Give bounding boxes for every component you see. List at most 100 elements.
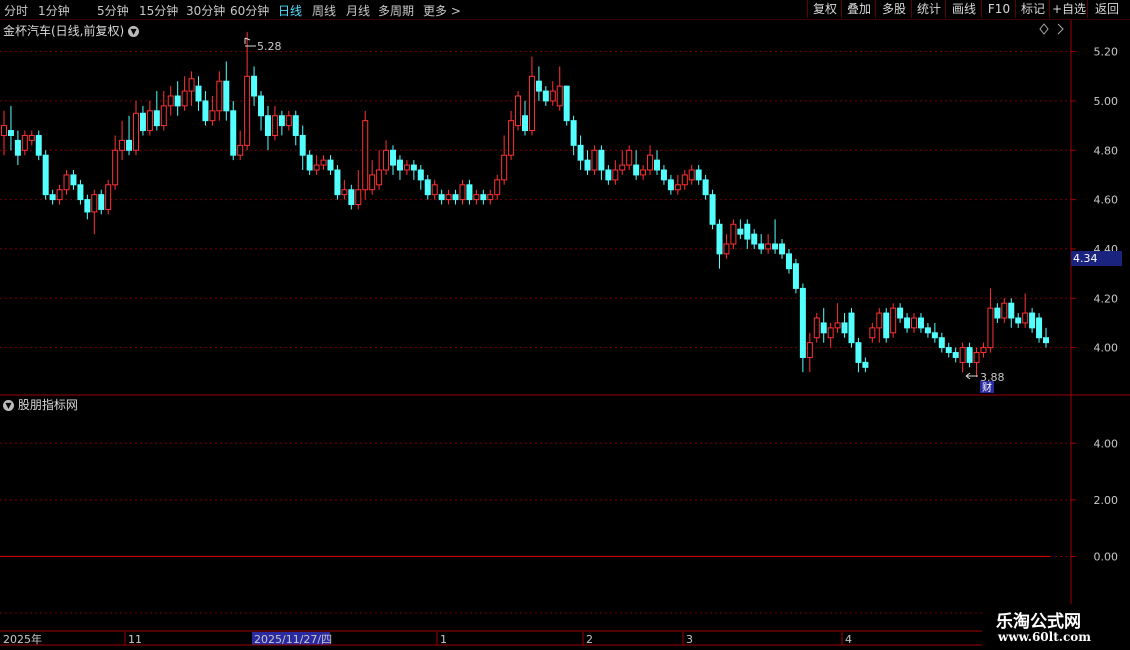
candle-body-down — [994, 307, 1001, 319]
candle-body-down — [633, 164, 640, 176]
candle-body-down — [709, 194, 716, 225]
candle-body-up — [730, 223, 737, 245]
candle-body-down — [264, 115, 271, 136]
candle-body-down — [410, 164, 417, 171]
candle-body-up — [876, 312, 883, 329]
candle-body-down — [779, 243, 786, 255]
candle-body-up — [313, 164, 320, 171]
candle-body-down — [862, 361, 869, 368]
candle-body-down — [230, 110, 237, 156]
candle-body-down — [924, 327, 931, 334]
candle-body-up — [383, 149, 390, 171]
candle-body-up — [869, 327, 876, 339]
candle-body-down — [390, 149, 397, 166]
candle-body-down — [299, 134, 306, 156]
candle-body-up — [369, 174, 376, 191]
candle-body-down — [258, 95, 265, 117]
candle-body-down — [98, 194, 105, 210]
date-label-cursor: 2025/11/27/四 — [254, 633, 332, 646]
candle-body-down — [70, 174, 77, 186]
candle-body-down — [716, 223, 723, 255]
diamond-icon[interactable] — [1039, 23, 1049, 35]
candle-body-down — [841, 322, 848, 334]
chevron-right-icon[interactable] — [1057, 23, 1064, 35]
price-tick-label: 4.00 — [1094, 342, 1119, 355]
candle-body-up — [285, 115, 292, 127]
candle-body-down — [785, 253, 792, 270]
candle-body-up — [1022, 312, 1029, 324]
candle-body-down — [848, 312, 855, 344]
candle-body-up — [508, 120, 515, 156]
candle-body-down — [77, 184, 84, 201]
candlestick-series — [1, 31, 1049, 378]
candle-body-up — [681, 174, 688, 186]
chevron-down-icon[interactable]: ▼ — [3, 400, 14, 411]
stock-title[interactable]: 金杯汽车(日线,前复权) ▼ — [3, 22, 140, 39]
candle-body-up — [980, 347, 987, 354]
candle-body-up — [112, 149, 119, 186]
high-annotation: 5.28 — [244, 37, 282, 53]
candle-body-down — [667, 179, 674, 191]
candle-body-down — [195, 85, 202, 102]
candle-body-down — [584, 159, 591, 171]
candle-body-down — [945, 347, 952, 354]
candle-body-down — [653, 159, 660, 171]
candle-body-down — [35, 134, 42, 156]
finance-badge-label: 财 — [982, 381, 992, 394]
candle-body-down — [306, 154, 313, 171]
candle-body-down — [917, 317, 924, 329]
candle-body-down — [660, 169, 667, 181]
candle-body-up — [320, 159, 327, 166]
date-label-11: 11 — [128, 633, 142, 646]
price-tick-label: 5.20 — [1094, 46, 1119, 59]
candle-body-up — [119, 139, 126, 151]
candle-body-down — [751, 233, 758, 245]
candle-body-down — [744, 223, 751, 240]
candle-body-up — [271, 115, 278, 136]
price-tick-label: 4.80 — [1094, 144, 1119, 157]
candle-body-down — [535, 80, 542, 92]
indicator-axis: 4.002.000.00-2.00 — [1071, 437, 1118, 620]
finance-badge[interactable]: 财 — [980, 381, 994, 394]
candle-body-down — [139, 112, 146, 132]
candle-body-up — [765, 243, 772, 250]
candle-body-up — [376, 169, 383, 186]
candle-body-down — [251, 75, 258, 97]
chevron-down-icon[interactable]: ▼ — [128, 26, 140, 37]
candle-body-down — [466, 184, 473, 201]
price-tick-label: 4.60 — [1094, 194, 1119, 207]
candle-body-up — [56, 189, 63, 201]
candle-body-up — [827, 327, 834, 339]
candle-body-up — [501, 154, 508, 181]
date-label-1: 1 — [440, 633, 447, 646]
candle-body-up — [403, 164, 410, 171]
indicator-tick-label: 0.00 — [1094, 550, 1119, 563]
candle-body-down — [966, 347, 973, 363]
candle-body-up — [688, 169, 695, 181]
candle-body-down — [695, 169, 702, 181]
candle-body-down — [14, 139, 21, 156]
candle-body-up — [813, 317, 820, 339]
candle-body-up — [723, 243, 730, 255]
indicator-title[interactable]: ▼ 股朋指标网 — [3, 396, 78, 413]
candle-body-up — [612, 169, 619, 181]
candle-body-down — [820, 322, 827, 334]
candle-body-down — [452, 194, 459, 201]
indicator-tick-label: 2.00 — [1094, 494, 1119, 507]
candle-body-down — [424, 179, 431, 196]
candle-body-down — [952, 352, 959, 358]
candle-body-down — [883, 312, 890, 339]
candle-body-down — [577, 144, 584, 161]
candle-body-up — [28, 134, 35, 141]
candle-body-up — [890, 307, 897, 334]
candle-body-down — [417, 169, 424, 181]
indicator-title-label: 股朋指标网 — [17, 398, 78, 412]
candle-body-up — [91, 194, 98, 213]
candle-body-down — [42, 154, 49, 196]
date-label-2025: 2025年 — [3, 632, 42, 646]
candle-body-down — [931, 332, 938, 339]
candle-body-up — [556, 85, 563, 107]
candle-body-down — [605, 169, 612, 181]
candle-body-up — [167, 95, 174, 107]
watermark-title: 乐淘公式网 — [996, 612, 1081, 632]
